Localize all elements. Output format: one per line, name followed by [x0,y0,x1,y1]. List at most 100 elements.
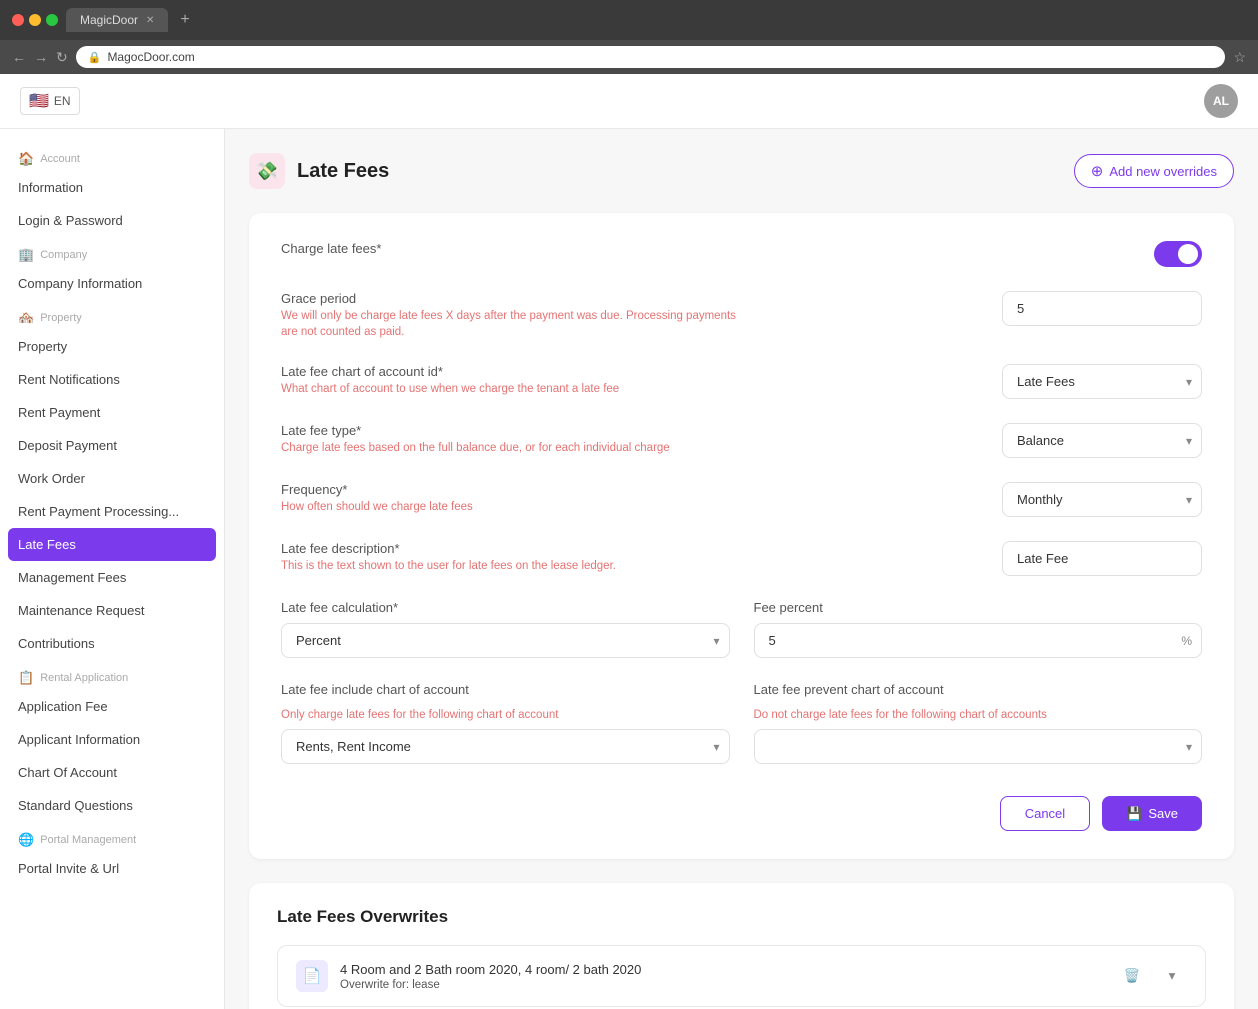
override-item-info: 4 Room and 2 Bath room 2020, 4 room/ 2 b… [340,962,641,991]
fee-percent-input-wrapper: % [754,623,1203,658]
url-text: MagocDoor.com [107,50,194,64]
prevent-chart-hint: Do not charge late fees for the followin… [754,707,1203,723]
close-icon[interactable]: ✕ [146,15,154,26]
sidebar-item-rent-payment-processing[interactable]: Rent Payment Processing... [0,495,224,528]
late-fee-description-input-area [1002,541,1202,576]
browser-dots [12,14,58,26]
prevent-chart-group: Late fee prevent chart of account Do not… [754,682,1203,764]
sidebar-item-standard-questions[interactable]: Standard Questions [0,789,224,822]
page-header: 💸 Late Fees ⊕ Add new overrides [249,153,1234,189]
portal-section-label: Portal Management [40,834,136,846]
charge-late-fees-toggle[interactable] [1154,241,1202,267]
sidebar-item-application-fee[interactable]: Application Fee [0,690,224,723]
save-button[interactable]: 💾 Save [1102,796,1202,831]
include-chart-label: Late fee include chart of account [281,682,730,697]
sidebar-section-property: 🏘️ Property [0,300,224,330]
late-fee-type-select-area: Balance Per Charge [1002,423,1202,458]
overwrite-for-label: Overwrite for: [340,979,409,991]
late-fee-calculation-label: Late fee calculation* [281,600,730,615]
late-fee-calculation-select[interactable]: Percent Fixed [281,623,730,658]
frequency-select-wrapper: Monthly Weekly Daily [1002,482,1202,517]
forward-button[interactable]: → [34,49,48,65]
frequency-label-group: Frequency* How often should we charge la… [281,482,1002,515]
user-avatar[interactable]: AL [1204,84,1238,118]
sidebar-item-contributions[interactable]: Contributions [0,627,224,660]
sidebar-item-property[interactable]: Property [0,330,224,363]
language-selector[interactable]: 🇺🇸 EN [20,87,80,115]
sidebar-item-portal-invite-url[interactable]: Portal Invite & Url [0,852,224,885]
cancel-button[interactable]: Cancel [1000,796,1090,831]
grace-period-row: Grace period We will only be charge late… [281,291,1202,340]
late-fee-chart-select-area: Late Fees Rents Income [1002,364,1202,399]
grace-period-input[interactable] [1002,291,1202,326]
include-chart-hint: Only charge late fees for the following … [281,707,730,723]
sidebar-item-maintenance-request[interactable]: Maintenance Request [0,594,224,627]
sidebar-item-applicant-information[interactable]: Applicant Information [0,723,224,756]
late-fee-description-hint: This is the text shown to the user for l… [281,558,741,574]
url-bar[interactable]: 🔒 MagocDoor.com [76,46,1226,68]
grace-period-label-group: Grace period We will only be charge late… [281,291,1002,340]
charge-late-fees-toggle-area [1002,241,1202,267]
rental-section-icon: 📋 [18,670,34,686]
sidebar-item-company-information[interactable]: Company Information [0,267,224,300]
sidebar-item-rent-notifications[interactable]: Rent Notifications [0,363,224,396]
browser-tab[interactable]: MagicDoor ✕ [66,8,168,32]
form-buttons: Cancel 💾 Save [281,788,1202,831]
late-fees-form-card: Charge late fees* Grace period We will o… [249,213,1234,859]
sidebar-item-late-fees[interactable]: Late Fees [8,528,216,561]
back-button[interactable]: ← [12,49,26,65]
late-fee-type-label-group: Late fee type* Charge late fees based on… [281,423,1002,456]
lock-icon: 🔒 [88,51,102,64]
page-title: Late Fees [297,160,389,183]
delete-override-button[interactable]: 🗑️ [1117,961,1147,991]
override-item-right: 🗑️ ▾ [1117,961,1187,991]
new-tab-button[interactable]: + [180,11,189,29]
expand-override-button[interactable]: ▾ [1157,961,1187,991]
fee-percent-label: Fee percent [754,600,1203,615]
fee-percent-input[interactable] [754,623,1203,658]
minimize-dot[interactable] [29,14,41,26]
company-section-label: Company [40,249,87,261]
grace-period-input-area [1002,291,1202,326]
late-fees-icon: 💸 [256,161,278,182]
late-fee-type-select[interactable]: Balance Per Charge [1002,423,1202,458]
override-item-sub: Overwrite for: lease [340,979,641,991]
property-section-label: Property [40,312,82,324]
bookmark-icon[interactable]: ☆ [1233,49,1246,66]
sidebar-item-deposit-payment[interactable]: Deposit Payment [0,429,224,462]
include-prevent-row: Late fee include chart of account Only c… [281,682,1202,764]
sidebar-item-login-password[interactable]: Login & Password [0,204,224,237]
browser-nav: ← → ↻ 🔒 MagocDoor.com ☆ [0,40,1258,74]
late-fee-description-input[interactable] [1002,541,1202,576]
prevent-chart-select[interactable]: None [754,729,1203,764]
late-fee-description-label: Late fee description* [281,541,978,556]
sidebar-item-work-order[interactable]: Work Order [0,462,224,495]
prevent-chart-label: Late fee prevent chart of account [754,682,1203,697]
frequency-label: Frequency* [281,482,978,497]
sidebar-item-information[interactable]: Information [0,171,224,204]
close-dot[interactable] [12,14,24,26]
add-override-button[interactable]: ⊕ Add new overrides [1074,154,1234,188]
app-body: 🏠 Account Information Login & Password 🏢… [0,129,1258,1009]
include-chart-select[interactable]: Rents, Rent Income All None [281,729,730,764]
rental-section-label: Rental Application [40,672,128,684]
prevent-chart-select-wrapper: None [754,729,1203,764]
late-fee-chart-row: Late fee chart of account id* What chart… [281,364,1202,399]
grace-period-label: Grace period [281,291,978,306]
sidebar-item-rent-payment[interactable]: Rent Payment [0,396,224,429]
late-fee-chart-select[interactable]: Late Fees Rents Income [1002,364,1202,399]
late-fee-chart-hint: What chart of account to use when we cha… [281,381,741,397]
sidebar-section-account: 🏠 Account [0,141,224,171]
fee-percent-group: Fee percent % [754,600,1203,658]
reload-button[interactable]: ↻ [56,49,68,66]
frequency-select[interactable]: Monthly Weekly Daily [1002,482,1202,517]
sidebar-item-management-fees[interactable]: Management Fees [0,561,224,594]
maximize-dot[interactable] [46,14,58,26]
save-label: Save [1148,806,1178,821]
charge-late-fees-row: Charge late fees* [281,241,1202,267]
charge-late-fees-label: Charge late fees* [281,241,978,256]
late-fee-type-hint: Charge late fees based on the full balan… [281,440,741,456]
late-fee-type-select-wrapper: Balance Per Charge [1002,423,1202,458]
sidebar-section-rental-application: 📋 Rental Application [0,660,224,690]
sidebar-item-chart-of-account[interactable]: Chart Of Account [0,756,224,789]
